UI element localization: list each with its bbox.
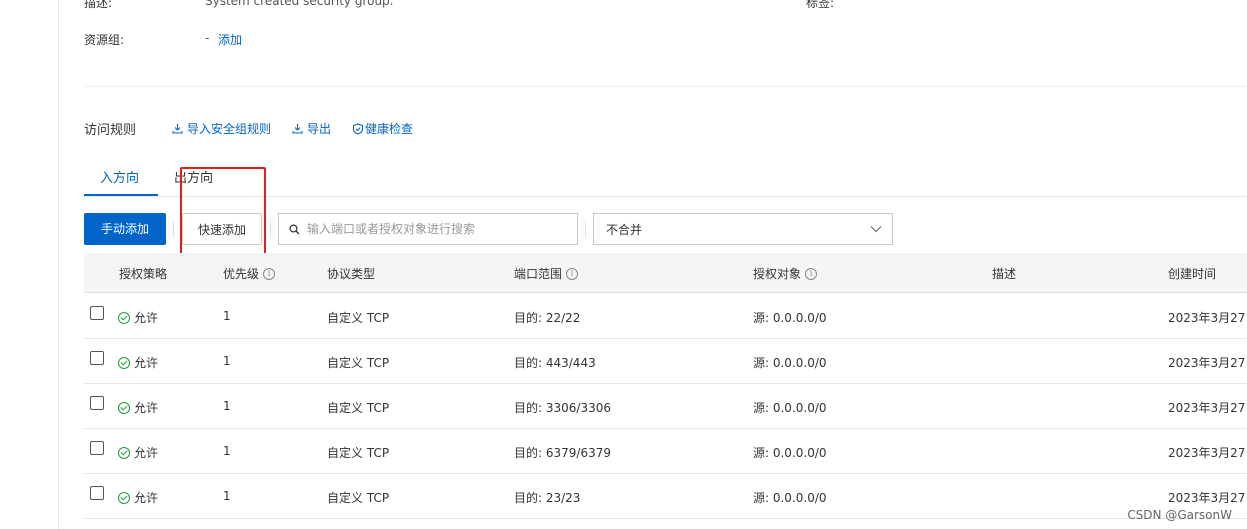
check-circle-icon (118, 356, 130, 369)
table-header: 授权策略 优先级 i 协议类型 端口范围 i 授权对象 i 描述 创建时间 (84, 253, 1247, 293)
cell-source: 源: 0.0.0.0/0 (753, 401, 827, 415)
cell-source: 源: 0.0.0.0/0 (753, 491, 827, 505)
cell-protocol: 自定义 TCP (327, 311, 390, 325)
table-row: 允许 1 自定义 TCP 目的: 443/443 源: 0.0.0.0/0 2023年3月… (84, 338, 1247, 384)
info-icon[interactable]: i (263, 267, 276, 280)
chevron-down-icon (870, 226, 882, 233)
column-header-policy: 授权策略 (119, 267, 168, 281)
column-header-source: 授权对象 i (753, 265, 818, 282)
search-box[interactable] (278, 213, 578, 245)
tab-inbound[interactable]: 入方向 (100, 167, 139, 186)
cell-source: 源: 0.0.0.0/0 (753, 446, 827, 460)
resource-group-label: 资源组: (84, 33, 125, 47)
row-checkbox[interactable] (90, 441, 104, 455)
health-check-label: 健康检查 (365, 122, 414, 136)
cell-port-range: 目的: 443/443 (514, 356, 596, 370)
import-icon (172, 124, 183, 134)
policy-label: 允许 (134, 356, 159, 370)
shield-icon (352, 122, 364, 135)
resource-group-add-link[interactable]: 添加 (218, 31, 242, 48)
health-check-button[interactable]: 健康检查 (352, 120, 413, 137)
toolbar-separator (585, 221, 586, 237)
check-circle-icon (118, 491, 130, 504)
cell-source: 源: 0.0.0.0/0 (753, 356, 827, 370)
cell-policy: 允许 (118, 489, 158, 506)
cell-port-range: 目的: 6379/6379 (514, 446, 611, 460)
export-button[interactable]: 导出 (292, 120, 331, 137)
tab-outbound[interactable]: 出方向 (174, 167, 213, 186)
merge-select-value: 不合并 (606, 222, 643, 237)
cell-policy: 允许 (118, 354, 158, 371)
check-circle-icon (118, 401, 130, 414)
row-checkbox[interactable] (90, 396, 104, 410)
cell-protocol: 自定义 TCP (327, 491, 390, 505)
manual-add-button[interactable]: 手动添加 (84, 213, 166, 245)
tabs-baseline (84, 196, 1247, 197)
cell-port-range: 目的: 23/23 (514, 491, 581, 505)
cell-port-range: 目的: 3306/3306 (514, 401, 611, 415)
table-row: 允许 1 自定义 TCP 目的: 23/23 源: 0.0.0.0/0 2023年3月27… (84, 473, 1247, 519)
cell-policy: 允许 (118, 444, 158, 461)
export-label: 导出 (307, 122, 332, 136)
column-header-created: 创建时间 (1168, 267, 1217, 281)
column-header-port-range: 端口范围 i (514, 265, 579, 282)
cell-created: 2023年3月27日 (1168, 356, 1247, 370)
section-divider (84, 86, 1247, 87)
cell-policy: 允许 (118, 399, 158, 416)
cell-created: 2023年3月27日 (1168, 491, 1247, 505)
description-value: System created security group. (205, 0, 394, 8)
search-icon (289, 223, 300, 234)
cell-priority: 1 (223, 444, 231, 458)
toolbar-separator (270, 221, 271, 237)
check-circle-icon (118, 311, 130, 324)
search-input[interactable] (305, 221, 569, 237)
row-checkbox[interactable] (90, 486, 104, 500)
cell-priority: 1 (223, 309, 231, 323)
access-rules-title: 访问规则 (84, 123, 137, 138)
left-sidebar-edge (0, 0, 59, 529)
toolbar-separator (173, 221, 174, 237)
import-rules-label: 导入安全组规则 (187, 122, 272, 136)
cell-created: 2023年3月27日 (1168, 446, 1247, 460)
cell-created: 2023年3月27日 (1168, 311, 1247, 325)
policy-label: 允许 (134, 311, 159, 325)
table-row: 允许 1 自定义 TCP 目的: 22/22 源: 0.0.0.0/0 2023年3月27… (84, 293, 1247, 339)
resource-group-value: - (205, 31, 210, 45)
merge-select[interactable]: 不合并 (593, 213, 893, 245)
watermark: CSDN @GarsonW (1127, 508, 1232, 522)
import-rules-button[interactable]: 导入安全组规则 (172, 120, 271, 137)
cell-source: 源: 0.0.0.0/0 (753, 311, 827, 325)
active-tab-indicator (84, 194, 158, 196)
export-icon (292, 124, 303, 134)
policy-label: 允许 (134, 491, 159, 505)
info-icon[interactable]: i (566, 267, 579, 280)
cell-protocol: 自定义 TCP (327, 446, 390, 460)
cell-priority: 1 (223, 354, 231, 368)
tags-label: 标签: (806, 0, 835, 10)
check-circle-icon (118, 446, 130, 459)
row-checkbox[interactable] (90, 351, 104, 365)
cell-protocol: 自定义 TCP (327, 401, 390, 415)
cell-policy: 允许 (118, 309, 158, 326)
info-icon[interactable]: i (805, 267, 818, 280)
cell-created: 2023年3月27日 (1168, 401, 1247, 415)
quick-add-button[interactable]: 快速添加 (182, 213, 262, 245)
cell-priority: 1 (223, 399, 231, 413)
table-row: 允许 1 自定义 TCP 目的: 6379/6379 源: 0.0.0.0/0 2023年… (84, 428, 1247, 474)
table-row: 允许 1 自定义 TCP 目的: 3306/3306 源: 0.0.0.0/0 2023年… (84, 383, 1247, 429)
row-checkbox[interactable] (90, 306, 104, 320)
column-header-priority: 优先级 i (223, 265, 276, 282)
policy-label: 允许 (134, 446, 159, 460)
column-header-protocol: 协议类型 (327, 267, 376, 281)
cell-protocol: 自定义 TCP (327, 356, 390, 370)
cell-port-range: 目的: 22/22 (514, 311, 581, 325)
policy-label: 允许 (134, 401, 159, 415)
cell-priority: 1 (223, 489, 231, 503)
description-label: 描述: (84, 0, 113, 10)
column-header-description: 描述 (992, 267, 1017, 281)
